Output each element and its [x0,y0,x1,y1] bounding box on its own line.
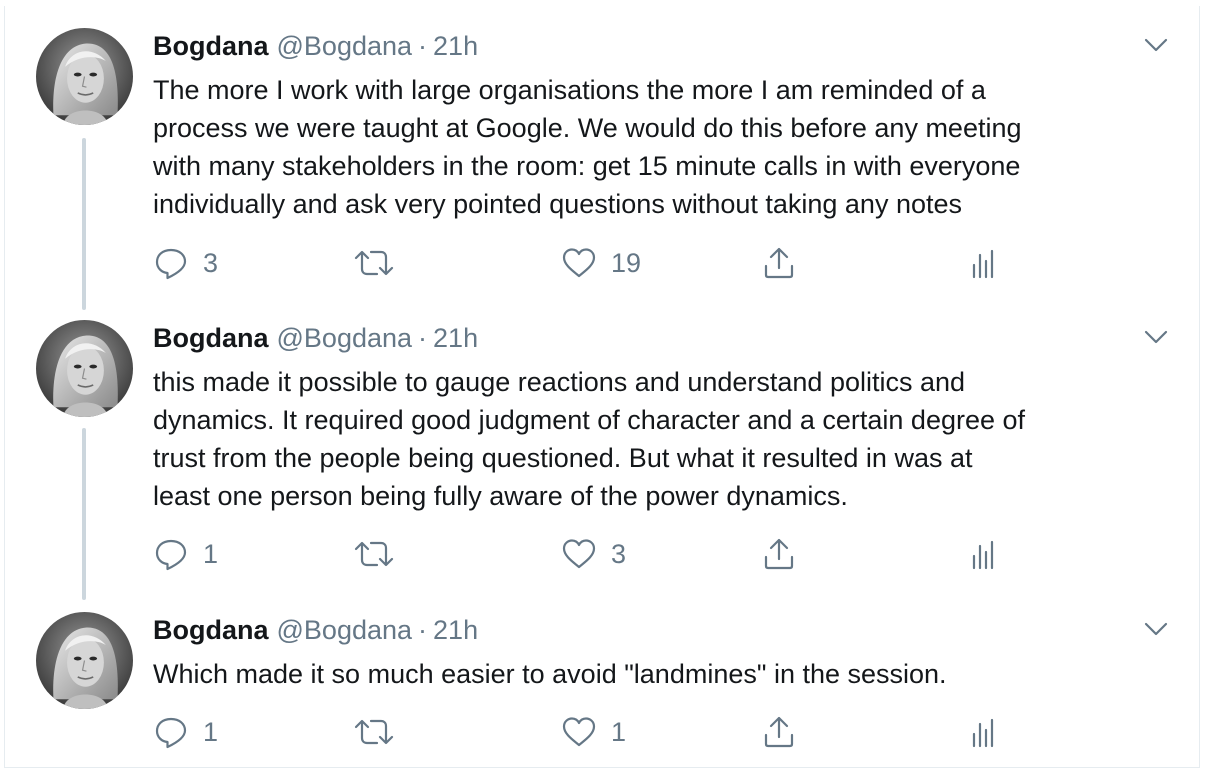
retweet-icon [354,250,394,276]
reply-button[interactable]: 1 [153,712,218,752]
tweet-header: Bogdana @Bogdana · 21h [153,322,478,354]
heart-icon [562,248,596,278]
avatar[interactable] [36,320,133,417]
author-handle[interactable]: @Bogdana [277,323,413,353]
heart-icon [562,539,596,569]
reply-count: 1 [203,538,219,569]
share-button[interactable] [761,712,797,752]
chevron-down-icon[interactable] [1142,35,1170,55]
like-button[interactable]: 1 [561,712,626,752]
like-count: 1 [611,716,627,747]
separator-dot: · [418,323,428,353]
share-icon [764,538,794,570]
timestamp[interactable]: 21h [433,323,478,353]
retweet-button[interactable] [353,712,409,752]
analytics-icon [972,249,994,279]
retweet-icon [354,719,394,745]
author-handle[interactable]: @Bogdana [277,31,413,61]
tweet-actions: 3 19 [153,243,1033,283]
tweet-text: this made it possible to gauge reactions… [153,367,1026,511]
avatar[interactable] [36,28,133,125]
author-name[interactable]: Bogdana [153,323,269,353]
reply-icon [155,539,187,571]
tweet-header: Bogdana @Bogdana · 21h [153,614,478,646]
analytics-button[interactable] [968,243,998,283]
heart-icon [562,717,596,747]
chevron-down-icon[interactable] [1142,619,1170,639]
reply-count: 3 [203,247,219,278]
reply-button[interactable]: 1 [153,534,218,574]
tweet-actions: 1 1 [153,712,1033,752]
separator-dot: · [418,31,428,61]
analytics-button[interactable] [968,534,998,574]
analytics-icon [972,540,994,570]
share-icon [764,247,794,279]
thread-connector-line [82,428,86,600]
reply-icon [155,717,187,749]
thread-connector-line [82,138,86,310]
retweet-button[interactable] [353,243,409,283]
tweet-actions: 1 3 [153,534,1033,574]
tweet-header: Bogdana @Bogdana · 21h [153,30,478,62]
author-name[interactable]: Bogdana [153,615,269,645]
retweet-icon [354,541,394,567]
tweet-text: The more I work with large organisations… [153,75,1022,219]
like-count: 19 [611,247,642,278]
share-icon [764,716,794,748]
like-count: 3 [611,538,627,569]
share-button[interactable] [761,534,797,574]
reply-icon [155,248,187,280]
like-button[interactable]: 19 [561,243,641,283]
avatar[interactable] [36,612,133,709]
chevron-down-icon[interactable] [1142,327,1170,347]
share-button[interactable] [761,243,797,283]
like-button[interactable]: 3 [561,534,626,574]
reply-count: 1 [203,716,219,747]
timestamp[interactable]: 21h [433,615,478,645]
analytics-button[interactable] [968,712,998,752]
author-name[interactable]: Bogdana [153,31,269,61]
timestamp[interactable]: 21h [433,31,478,61]
separator-dot: · [418,615,428,645]
analytics-icon [972,718,994,748]
tweet-text: Which made it so much easier to avoid "l… [153,659,947,689]
author-handle[interactable]: @Bogdana [277,615,413,645]
reply-button[interactable]: 3 [153,243,218,283]
retweet-button[interactable] [353,534,409,574]
